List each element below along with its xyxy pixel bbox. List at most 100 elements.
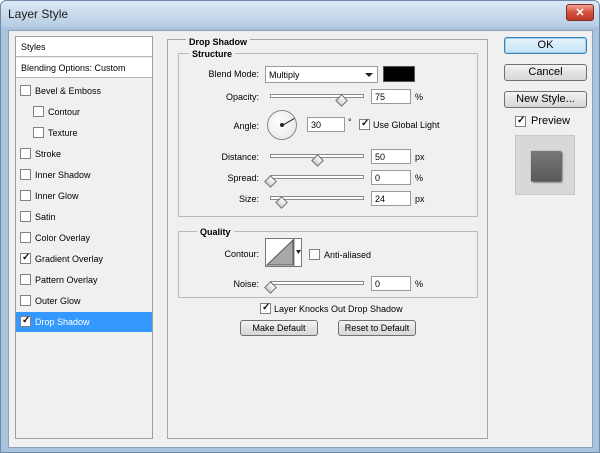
opacity-label: Opacity:	[225, 92, 259, 102]
close-icon[interactable]: ✕	[566, 4, 594, 21]
style-item-satin[interactable]: Satin	[16, 207, 152, 227]
contour-label: Contour:	[224, 249, 259, 259]
style-item-label: Stroke	[35, 149, 62, 159]
shadow-color-swatch[interactable]	[383, 66, 415, 82]
style-item-pattern-overlay[interactable]: Pattern Overlay	[16, 270, 152, 290]
style-checkbox[interactable]	[20, 190, 31, 201]
style-checkbox[interactable]: ✓	[20, 252, 31, 264]
dialog-body: Styles Blending Options: Custom Bevel & …	[8, 30, 593, 448]
style-checkbox[interactable]	[20, 295, 31, 306]
noise-input[interactable]: 0	[371, 276, 411, 291]
quality-group: Quality Contour: Anti-aliased Noise: 0 %	[178, 227, 478, 298]
style-checkbox[interactable]	[20, 148, 31, 159]
size-unit: px	[415, 194, 425, 204]
cancel-button[interactable]: Cancel	[504, 64, 587, 81]
style-checkbox[interactable]	[33, 106, 44, 117]
check-icon: ✓	[517, 115, 526, 126]
opacity-unit: %	[415, 92, 424, 102]
spread-input[interactable]: 0	[371, 170, 411, 185]
preview-label: Preview	[531, 115, 571, 127]
style-item-label: Inner Shadow	[35, 170, 91, 180]
opacity-slider-track[interactable]	[270, 94, 364, 98]
style-item-label: Texture	[48, 128, 78, 138]
opacity-value: 75	[375, 92, 386, 102]
anti-aliased-label: Anti-aliased	[324, 250, 372, 260]
style-checkbox[interactable]	[20, 211, 31, 222]
style-item-bevel-emboss[interactable]: Bevel & Emboss	[16, 81, 152, 101]
style-checkbox[interactable]	[20, 232, 31, 243]
styles-header-label: Styles	[21, 42, 46, 52]
cancel-label: Cancel	[528, 66, 563, 78]
size-label: Size:	[238, 194, 259, 204]
contour-icon[interactable]	[265, 238, 302, 267]
blend-mode-select[interactable]: Multiply	[265, 66, 378, 83]
anti-aliased-checkbox[interactable]	[309, 249, 320, 260]
chevron-down-icon	[365, 73, 373, 77]
preview-swatch	[531, 151, 561, 181]
size-value: 24	[375, 194, 386, 204]
blending-options-label: Blending Options: Custom	[21, 63, 126, 73]
noise-label: Noise:	[233, 279, 259, 289]
angle-label: Angle:	[233, 121, 259, 131]
noise-unit: %	[415, 279, 424, 289]
spread-value: 0	[375, 173, 381, 183]
style-checkbox[interactable]	[20, 85, 31, 96]
style-item-inner-shadow[interactable]: Inner Shadow	[16, 165, 152, 185]
spread-slider-track[interactable]	[270, 175, 364, 179]
ok-button[interactable]: OK	[504, 37, 587, 54]
angle-unit: °	[348, 117, 352, 127]
style-item-texture[interactable]: Texture	[16, 123, 152, 143]
style-item-gradient-overlay[interactable]: ✓ Gradient Overlay	[16, 249, 152, 269]
style-item-drop-shadow[interactable]: ✓ Drop Shadow	[16, 312, 152, 332]
new-style-button[interactable]: New Style...	[504, 91, 587, 108]
drop-shadow-panel: Drop Shadow Structure Blend Mode: Multip…	[167, 37, 488, 439]
check-icon: ✓	[22, 315, 31, 326]
use-global-light-label: Use Global Light	[373, 120, 440, 130]
make-default-button[interactable]: Make Default	[240, 320, 318, 336]
make-default-label: Make Default	[252, 323, 306, 333]
reset-default-label: Reset to Default	[344, 323, 410, 333]
style-item-contour[interactable]: Contour	[16, 102, 152, 122]
blending-options-item[interactable]: Blending Options: Custom	[16, 58, 152, 78]
angle-dial-icon[interactable]	[267, 110, 297, 140]
knocks-out-checkbox[interactable]: ✓	[260, 302, 271, 314]
style-item-stroke[interactable]: Stroke	[16, 144, 152, 164]
style-item-outer-glow[interactable]: Outer Glow	[16, 291, 152, 311]
styles-header[interactable]: Styles	[16, 37, 152, 57]
style-item-label: Outer Glow	[35, 296, 81, 306]
reset-default-button[interactable]: Reset to Default	[338, 320, 416, 336]
size-input[interactable]: 24	[371, 191, 411, 206]
use-global-light-checkbox[interactable]: ✓	[359, 118, 370, 130]
distance-input[interactable]: 50	[371, 149, 411, 164]
panel-title: Drop Shadow	[186, 37, 250, 47]
style-item-color-overlay[interactable]: Color Overlay	[16, 228, 152, 248]
style-item-inner-glow[interactable]: Inner Glow	[16, 186, 152, 206]
blend-mode-value: Multiply	[269, 70, 300, 80]
ok-label: OK	[537, 39, 554, 51]
blend-mode-label: Blend Mode:	[208, 69, 259, 79]
style-item-label: Inner Glow	[35, 191, 79, 201]
style-checkbox[interactable]	[20, 169, 31, 180]
style-checkbox[interactable]	[20, 274, 31, 285]
style-preview	[515, 135, 575, 195]
structure-group: Structure Blend Mode: Multiply Opacity: …	[178, 49, 478, 217]
styles-list: Styles Blending Options: Custom Bevel & …	[15, 36, 153, 439]
window-title: Layer Style	[8, 7, 69, 21]
opacity-input[interactable]: 75	[371, 89, 411, 104]
style-checkbox[interactable]: ✓	[20, 315, 31, 327]
title-bar[interactable]: Layer Style ✕	[1, 1, 599, 27]
distance-label: Distance:	[221, 152, 259, 162]
style-item-label: Pattern Overlay	[35, 275, 98, 285]
style-item-label: Drop Shadow	[35, 317, 90, 327]
check-icon: ✓	[361, 118, 370, 129]
style-item-label: Color Overlay	[35, 233, 91, 243]
check-icon: ✓	[262, 302, 271, 313]
angle-value: 30	[311, 120, 322, 130]
spread-label: Spread:	[227, 173, 259, 183]
style-checkbox[interactable]	[33, 127, 44, 138]
style-item-label: Gradient Overlay	[35, 254, 104, 264]
angle-input[interactable]: 30	[307, 117, 345, 132]
preview-checkbox[interactable]: ✓	[515, 115, 526, 127]
spread-unit: %	[415, 173, 424, 183]
noise-slider-track[interactable]	[270, 281, 364, 285]
